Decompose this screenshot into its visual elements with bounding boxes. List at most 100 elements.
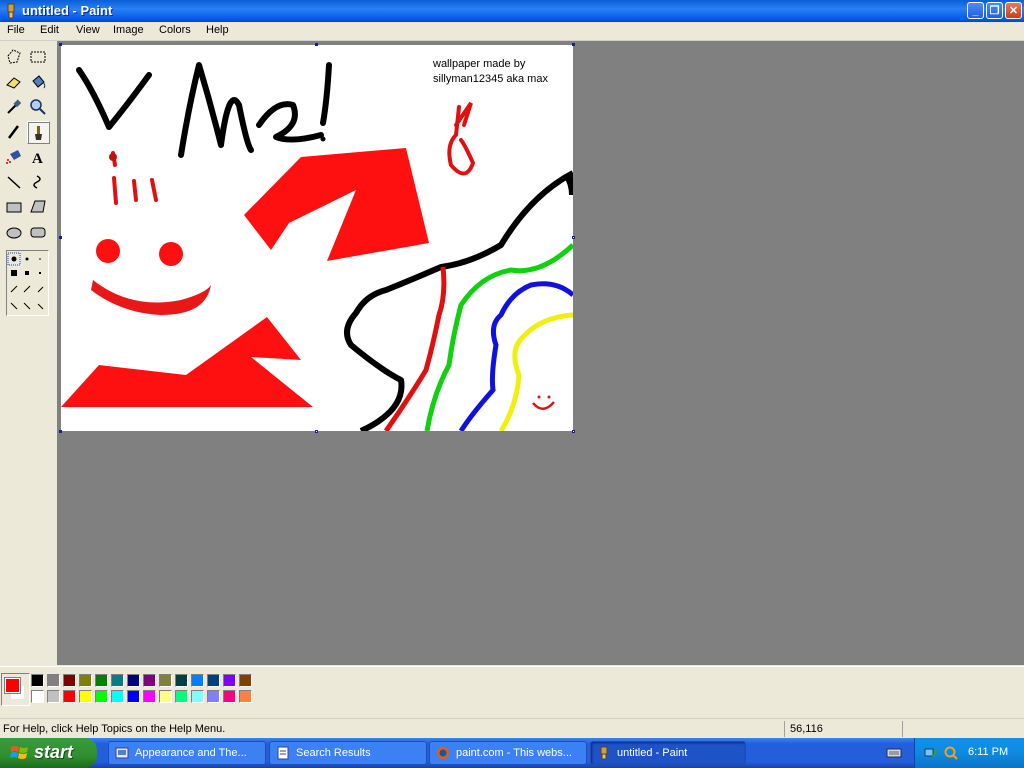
canvas-text-line1: wallpaper made by <box>432 58 526 70</box>
resize-handle-sw <box>59 430 62 433</box>
foreground-color-swatch[interactable] <box>5 678 20 693</box>
line-icon <box>7 176 21 189</box>
curve-tool[interactable] <box>27 171 50 194</box>
color-swatch[interactable] <box>63 690 76 703</box>
drawing-canvas[interactable]: wallpaper made by sillyman12345 aka max <box>61 45 577 434</box>
paint-task-icon <box>600 746 608 760</box>
eyedropper-icon <box>7 99 22 114</box>
rectangle-icon <box>6 202 22 213</box>
color-swatch[interactable] <box>143 674 156 687</box>
menu-bar: File Edit View Image Colors Help <box>0 22 1024 41</box>
status-help-text: For Help, click Help Topics on the Help … <box>3 723 226 735</box>
ellipse-tool[interactable] <box>3 221 26 244</box>
line-tool[interactable] <box>3 171 26 194</box>
task-paint-com[interactable]: paint.com - This webs... <box>429 741 587 765</box>
cursor-coordinates: 56,116 <box>790 723 823 735</box>
resize-handle-ne <box>572 43 575 46</box>
color-swatch[interactable] <box>79 674 92 687</box>
airbrush-icon <box>6 150 21 164</box>
menu-image[interactable]: Image <box>113 24 144 36</box>
resize-handle-nw <box>59 43 62 46</box>
color-swatch[interactable] <box>239 690 252 703</box>
status-divider <box>784 721 785 737</box>
color-swatch[interactable] <box>207 690 220 703</box>
menu-edit[interactable]: Edit <box>40 24 59 36</box>
color-swatch[interactable] <box>79 690 92 703</box>
color-swatch[interactable] <box>63 674 76 687</box>
color-swatch[interactable] <box>47 674 60 687</box>
restore-button[interactable]: ❐ <box>986 2 1003 19</box>
firefox-icon <box>437 747 449 759</box>
title-bar[interactable]: untitled - Paint _ ❐ ✕ <box>0 0 1024 22</box>
color-swatch[interactable] <box>159 690 172 703</box>
curve-icon <box>33 175 41 189</box>
rounded-rectangle-tool[interactable] <box>27 221 50 244</box>
system-tray: 6:11 PM <box>914 738 1024 768</box>
polygon-tool[interactable] <box>27 196 50 219</box>
resize-handle-n <box>315 43 318 46</box>
color-swatch[interactable] <box>239 674 252 687</box>
windows-logo-icon <box>10 746 28 759</box>
svg-text:A: A <box>32 151 43 166</box>
start-label: start <box>34 742 74 762</box>
keyboard-icon[interactable] <box>886 746 902 760</box>
magnifier-tool[interactable] <box>27 96 50 119</box>
color-swatch[interactable] <box>223 690 236 703</box>
select-tool[interactable] <box>27 46 50 69</box>
window-title: untitled - Paint <box>22 3 113 18</box>
color-swatch[interactable] <box>31 690 44 703</box>
close-button[interactable]: ✕ <box>1005 2 1022 19</box>
pick-color-tool[interactable] <box>3 96 26 119</box>
brush-shapes-icon <box>7 252 44 310</box>
menu-help[interactable]: Help <box>206 24 229 36</box>
color-swatch[interactable] <box>95 674 108 687</box>
eraser-tool[interactable] <box>3 71 26 94</box>
menu-colors[interactable]: Colors <box>159 24 191 36</box>
brush-tool[interactable] <box>27 121 50 144</box>
menu-file[interactable]: File <box>7 24 25 36</box>
color-swatch[interactable] <box>159 674 172 687</box>
color-swatch[interactable] <box>127 690 140 703</box>
search-tray-icon[interactable] <box>943 745 959 761</box>
rectangle-tool[interactable] <box>3 196 26 219</box>
paint-app-icon <box>7 3 15 19</box>
network-icon[interactable] <box>923 745 939 761</box>
task-label: untitled - Paint <box>617 747 688 759</box>
color-swatch[interactable] <box>47 690 60 703</box>
resize-handle-s[interactable] <box>315 430 318 433</box>
color-swatch[interactable] <box>191 690 204 703</box>
color-swatch[interactable] <box>95 690 108 703</box>
task-untitled-paint[interactable]: untitled - Paint <box>590 741 746 765</box>
color-swatch[interactable] <box>207 674 220 687</box>
text-tool[interactable]: A <box>27 146 50 169</box>
airbrush-tool[interactable] <box>3 146 26 169</box>
color-swatch[interactable] <box>31 674 44 687</box>
minimize-button[interactable]: _ <box>967 2 984 19</box>
color-swatch[interactable] <box>175 674 188 687</box>
status-divider <box>902 721 903 737</box>
control-panel-icon <box>115 747 129 759</box>
resize-handle-e[interactable] <box>572 236 575 239</box>
start-button[interactable]: start <box>0 738 97 768</box>
task-appearance[interactable]: Appearance and The... <box>108 741 266 765</box>
resize-handle-se[interactable] <box>572 430 575 433</box>
fill-tool[interactable] <box>27 71 50 94</box>
status-bar: For Help, click Help Topics on the Help … <box>0 718 1024 739</box>
color-swatch[interactable] <box>111 674 124 687</box>
color-swatch[interactable] <box>191 674 204 687</box>
rounded-rectangle-icon <box>30 227 46 238</box>
color-swatch[interactable] <box>223 674 236 687</box>
menu-view[interactable]: View <box>76 24 100 36</box>
resize-handle-w <box>59 236 62 239</box>
brush-shape-options[interactable] <box>6 250 49 316</box>
color-swatch[interactable] <box>143 690 156 703</box>
free-form-select-tool[interactable] <box>3 46 26 69</box>
ellipse-icon <box>6 227 22 239</box>
color-swatch[interactable] <box>111 690 124 703</box>
paint-bucket-icon <box>32 75 46 89</box>
pencil-tool[interactable] <box>3 121 26 144</box>
task-search-results[interactable]: Search Results <box>269 741 427 765</box>
task-label: paint.com - This webs... <box>456 747 572 759</box>
color-swatch[interactable] <box>127 674 140 687</box>
color-swatch[interactable] <box>175 690 188 703</box>
